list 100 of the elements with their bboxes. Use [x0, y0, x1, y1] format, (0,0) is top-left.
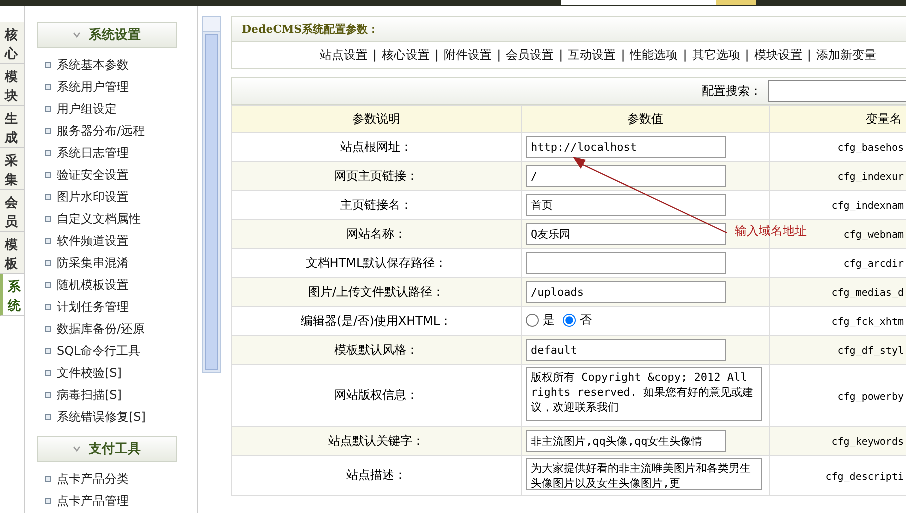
- variable-name: cfg_webnam: [844, 230, 904, 241]
- bullet-icon: [45, 392, 51, 398]
- value-field[interactable]: Q友乐园: [526, 223, 726, 245]
- sidebar-item[interactable]: 点卡产品分类: [37, 468, 197, 490]
- value-field[interactable]: /: [526, 165, 726, 187]
- config-tab-link[interactable]: 模块设置: [754, 46, 802, 64]
- sidebar-item[interactable]: 病毒扫描[S]: [37, 384, 197, 406]
- config-tab-link[interactable]: 附件设置: [444, 46, 492, 64]
- bullet-icon: [45, 260, 51, 266]
- search-label: 配置搜索：: [702, 82, 762, 100]
- bullet-icon: [45, 414, 51, 420]
- sidebar-item[interactable]: 数据库备份/还原: [37, 318, 197, 340]
- variable-name: cfg_basehos: [838, 143, 904, 154]
- caret-icon: [73, 32, 81, 38]
- side-tab[interactable]: 会员: [0, 190, 24, 232]
- value-textarea[interactable]: 为大家提供好看的非主流唯美图片和各类男生头像图片以及女生头像图片,更: [526, 458, 762, 490]
- side-tab[interactable]: 模块: [0, 64, 24, 106]
- variable-name: cfg_indexur: [838, 172, 904, 183]
- bullet-icon: [45, 238, 51, 244]
- bullet-icon: [45, 194, 51, 200]
- sidebar-item[interactable]: 图片水印设置: [37, 186, 197, 208]
- bullet-icon: [45, 370, 51, 376]
- top-search-button[interactable]: [716, 0, 756, 5]
- config-tab-link[interactable]: 互动设置: [568, 46, 616, 64]
- column-header: 参数说明: [232, 106, 522, 132]
- column-header: 变量名: [770, 106, 906, 132]
- sidebar-item[interactable]: 文件校验[S]: [37, 362, 197, 384]
- group-header[interactable]: 系统设置: [37, 22, 177, 48]
- sidebar-item[interactable]: 系统日志管理: [37, 142, 197, 164]
- param-label: 站点描述：: [232, 456, 522, 496]
- side-tab[interactable]: 系统: [0, 274, 24, 316]
- separator: |: [807, 48, 812, 62]
- bullet-icon: [45, 106, 51, 112]
- side-tab[interactable]: 模板: [0, 232, 24, 274]
- variable-name: cfg_df_styl: [838, 346, 904, 357]
- sidebar-item[interactable]: 系统错误修复[S]: [37, 406, 197, 428]
- side-tab[interactable]: 核心: [0, 22, 24, 64]
- separator: |: [621, 48, 626, 62]
- annotation-text: 输入域名地址: [735, 223, 807, 240]
- radio-option[interactable]: 否: [563, 312, 592, 329]
- side-tab[interactable]: 采集: [0, 148, 24, 190]
- value-field[interactable]: 非主流图片,qq头像,qq女生头像情: [526, 430, 726, 452]
- search-field[interactable]: [768, 80, 906, 102]
- bullet-icon: [45, 282, 51, 288]
- config-tab-link[interactable]: 会员设置: [506, 46, 554, 64]
- config-tab-link[interactable]: 性能选项: [630, 46, 678, 64]
- sidebar-item[interactable]: 点卡产品管理: [37, 490, 197, 512]
- value-field[interactable]: http://localhost: [526, 136, 726, 158]
- group-header[interactable]: 支付工具: [37, 436, 177, 462]
- sidebar-item[interactable]: 验证安全设置: [37, 164, 197, 186]
- bullet-icon: [45, 62, 51, 68]
- sidebar-item[interactable]: 自定义文档属性: [37, 208, 197, 230]
- sidebar-item[interactable]: 软件频道设置: [37, 230, 197, 252]
- bullet-icon: [45, 348, 51, 354]
- sidebar-item[interactable]: 防采集串混淆: [37, 252, 197, 274]
- value-field[interactable]: /uploads: [526, 281, 726, 303]
- sidebar-item[interactable]: 系统基本参数: [37, 54, 197, 76]
- side-tab[interactable]: 生成: [0, 106, 24, 148]
- sidebar-item[interactable]: 随机模板设置: [37, 274, 197, 296]
- value-textarea[interactable]: 版权所有 Copyright &copy; 2012 All rights reserved. 如果您有好的意见或建议，欢迎联系我们: [526, 367, 762, 421]
- separator: |: [683, 48, 688, 62]
- sidebar-item[interactable]: 用户组设定: [37, 98, 197, 120]
- variable-name: cfg_arcdir: [844, 259, 904, 270]
- value-field[interactable]: 首页: [526, 194, 726, 216]
- separator: |: [745, 48, 750, 62]
- sidebar-item[interactable]: 系统用户管理: [37, 76, 197, 98]
- sidebar-item[interactable]: 服务器分布/远程: [37, 120, 197, 142]
- variable-name: cfg_powerby: [838, 392, 904, 402]
- separator: |: [373, 48, 378, 62]
- bullet-icon: [45, 84, 51, 90]
- config-tab-link[interactable]: 站点设置: [320, 46, 368, 64]
- sidebar-item[interactable]: 计划任务管理: [37, 296, 197, 318]
- bullet-icon: [45, 476, 51, 482]
- caret-icon: [73, 446, 81, 452]
- config-tab-link[interactable]: 添加新变量: [816, 46, 876, 64]
- scrollbar[interactable]: [202, 16, 221, 373]
- bullet-icon: [45, 172, 51, 178]
- config-tab-link[interactable]: 核心设置: [382, 46, 430, 64]
- variable-name: cfg_keywords: [832, 437, 904, 448]
- variable-name: cfg_indexnam: [832, 201, 904, 212]
- sidebar-item[interactable]: SQL命令行工具: [37, 340, 197, 362]
- bullet-icon: [45, 326, 51, 332]
- separator: |: [497, 48, 502, 62]
- bullet-icon: [45, 304, 51, 310]
- bullet-icon: [45, 128, 51, 134]
- separator: |: [559, 48, 564, 62]
- variable-name: cfg_fck_xhtm: [832, 317, 904, 328]
- config-tab-link[interactable]: 其它选项: [692, 46, 740, 64]
- bullet-icon: [45, 150, 51, 156]
- top-search-field[interactable]: [561, 0, 716, 5]
- value-field[interactable]: [526, 252, 726, 274]
- column-header: 参数值: [522, 106, 770, 132]
- panel-title: DedeCMS系统配置参数：: [231, 16, 906, 42]
- radio-option[interactable]: 是: [526, 312, 555, 329]
- variable-name: cfg_medias_d: [832, 288, 904, 299]
- bullet-icon: [45, 216, 51, 222]
- bullet-icon: [45, 498, 51, 504]
- value-field[interactable]: default: [526, 339, 726, 361]
- group-title: 支付工具: [89, 441, 141, 458]
- group-title: 系统设置: [89, 26, 141, 44]
